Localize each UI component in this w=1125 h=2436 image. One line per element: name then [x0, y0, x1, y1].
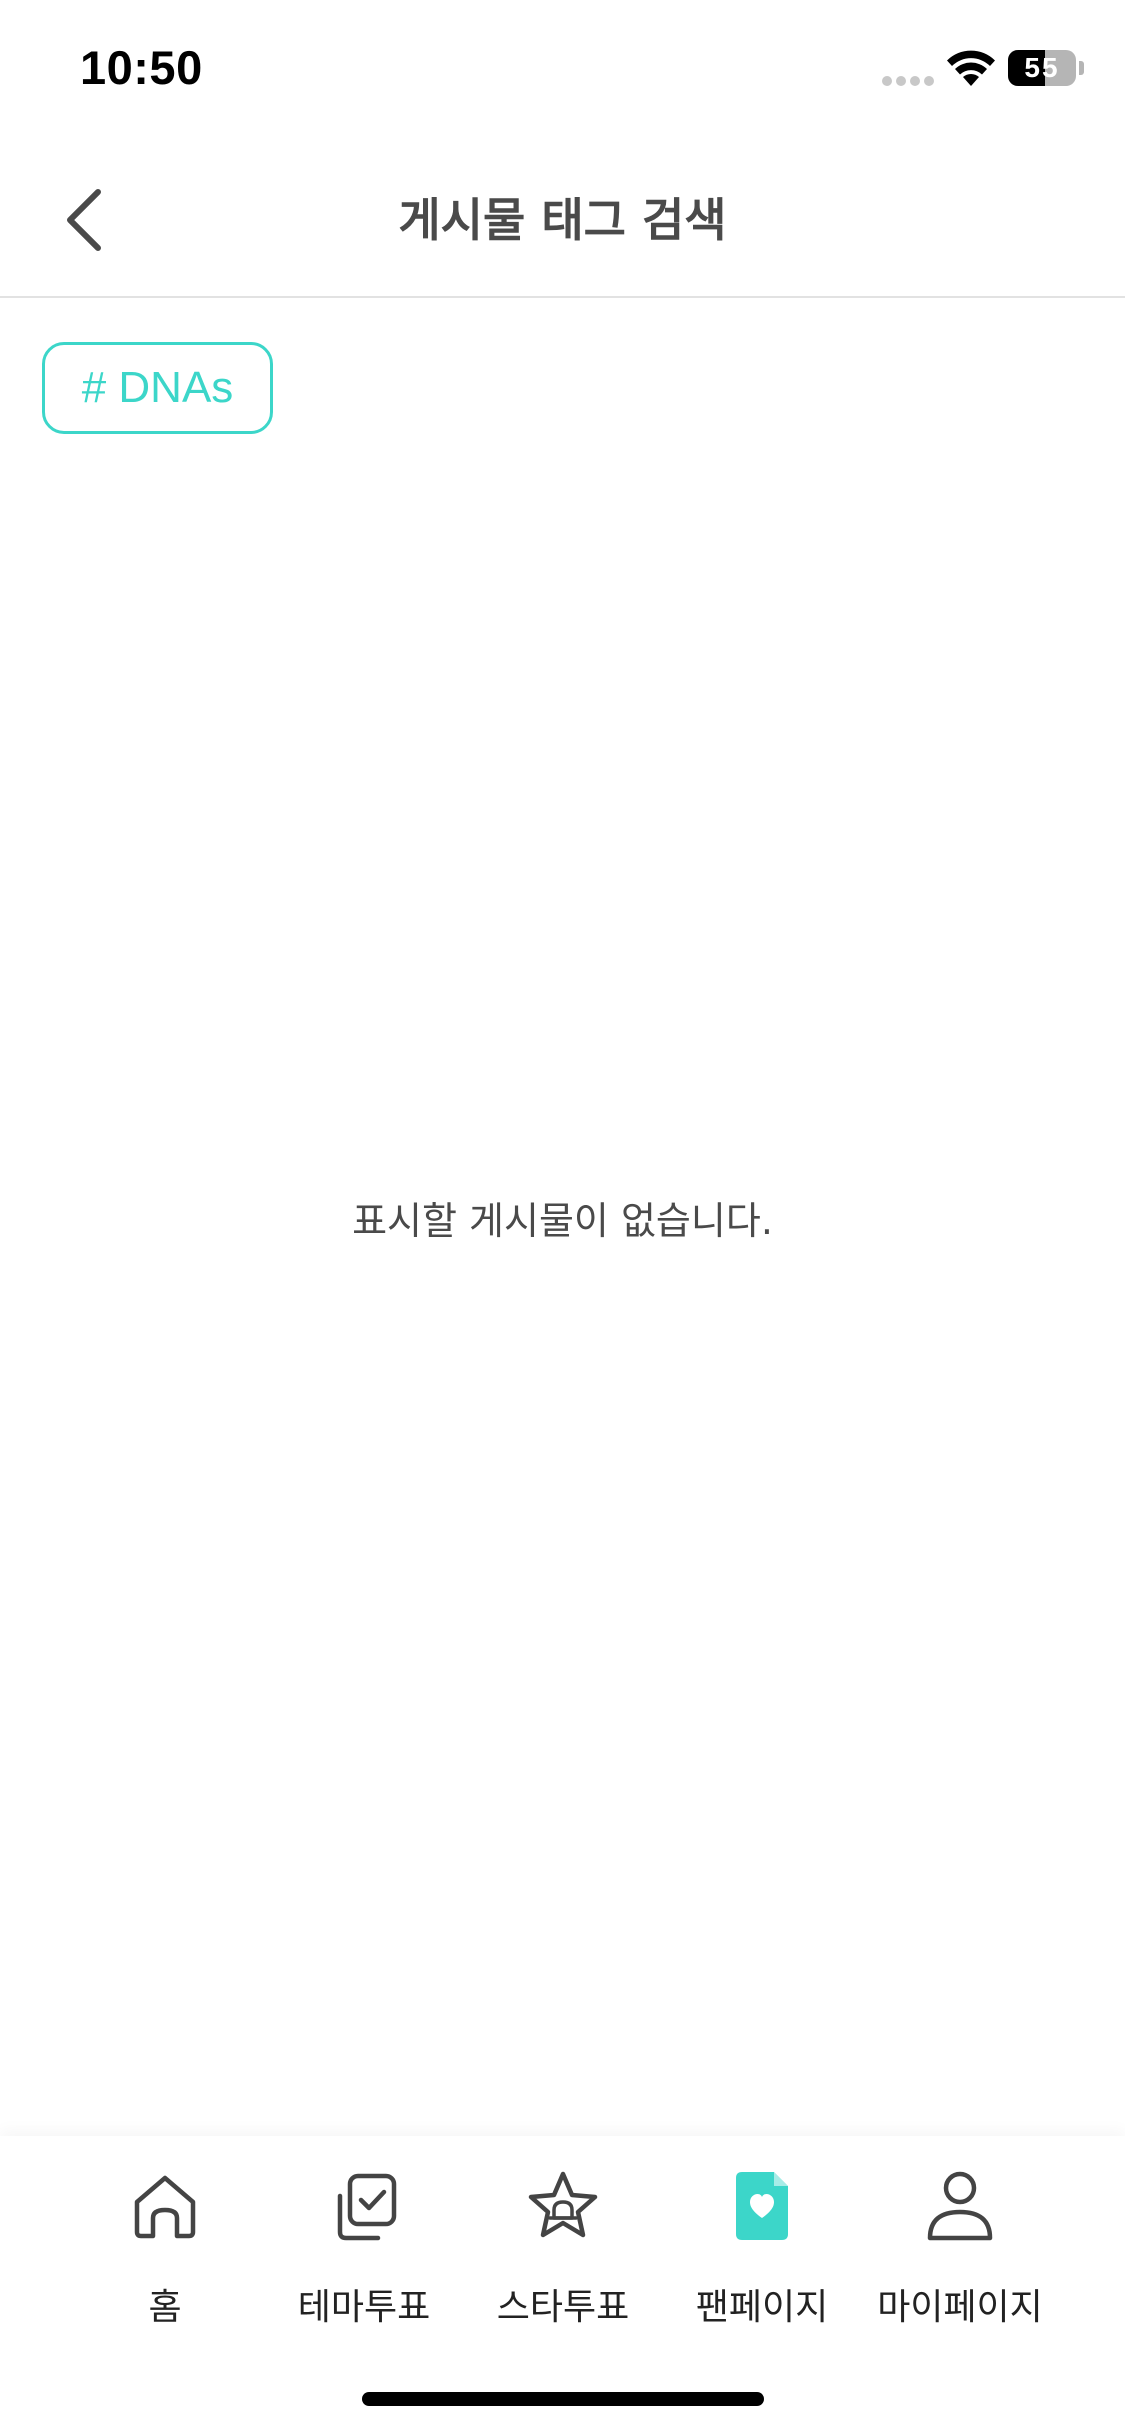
screen: 10:50 55 게시물 태그 검색 # DNAs 표시할 게시물이 없습니다.: [0, 0, 1125, 2436]
tab-label-fanpage: 팬페이지: [695, 2287, 829, 2328]
header: 게시물 태그 검색: [0, 140, 1125, 298]
tag-chip[interactable]: # DNAs: [42, 342, 273, 434]
status-time: 10:50: [80, 41, 203, 94]
fanpage-icon: [736, 2172, 788, 2240]
battery-cap: [1079, 61, 1084, 75]
battery-level: 55: [1024, 52, 1060, 83]
battery-icon: 55: [1008, 50, 1076, 86]
bottom-tab-bar: 홈 테마투표 스타투표 팬페이지 마이페이지: [0, 2136, 1125, 2436]
tab-label-star-vote: 스타투표: [496, 2287, 630, 2328]
home-indicator[interactable]: [362, 2392, 764, 2406]
tab-mypage[interactable]: 마이페이지: [870, 2166, 1050, 2328]
tab-label-home: 홈: [148, 2287, 182, 2328]
empty-state-message: 표시할 게시물이 없습니다.: [352, 1199, 773, 1243]
wifi-icon: [947, 50, 995, 86]
cellular-signal-icon: [882, 76, 934, 86]
star-vote-icon: [528, 2171, 598, 2238]
profile-icon: [927, 2171, 993, 2241]
home-icon: [134, 2175, 196, 2239]
tab-fanpage[interactable]: 팬페이지: [672, 2166, 852, 2328]
theme-vote-icon: [337, 2173, 397, 2241]
tab-star-vote[interactable]: 스타투표: [473, 2166, 653, 2328]
tab-label-theme-vote: 테마투표: [297, 2287, 431, 2328]
tab-home[interactable]: 홈: [75, 2166, 255, 2328]
tab-label-mypage: 마이페이지: [877, 2287, 1043, 2328]
tab-theme-vote[interactable]: 테마투표: [274, 2166, 454, 2328]
page-title: 게시물 태그 검색: [398, 193, 727, 247]
status-bar: 10:50 55: [0, 0, 1125, 140]
